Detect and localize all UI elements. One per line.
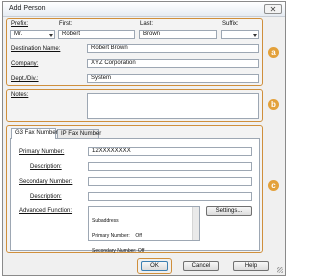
advanced-line-primary: Primary Number: Off <box>92 233 142 239</box>
suffix-select[interactable] <box>221 30 259 39</box>
window-title: Add Person <box>9 5 46 12</box>
notes-label: Notes: <box>11 92 29 98</box>
advanced-function-label: Advanced Function: <box>19 208 73 214</box>
last-name-field[interactable]: Brown <box>139 30 217 39</box>
destination-name-field[interactable]: Robert Brown <box>87 44 259 53</box>
last-label: Last: <box>140 21 154 27</box>
section-b-badge: b <box>268 99 279 110</box>
company-field[interactable]: XYZ Corporation <box>87 59 259 68</box>
destination-name-label: Destination Name: <box>11 46 61 52</box>
first-name-field[interactable]: Robert <box>58 30 135 39</box>
notes-field[interactable] <box>87 93 259 119</box>
close-button[interactable]: ✕ <box>264 4 282 14</box>
dept-label: Dept./Div.: <box>11 76 39 82</box>
ok-button[interactable]: OK <box>141 261 168 271</box>
company-label: Company: <box>11 61 39 67</box>
dept-field[interactable]: System <box>87 74 259 83</box>
fax-section: G3 Fax Number IP Fax Number Primary Numb… <box>6 125 263 254</box>
section-c-badge: c <box>268 180 279 191</box>
tab-g3-fax-number[interactable]: G3 Fax Number <box>11 128 58 139</box>
suffix-label: Suffix: <box>222 21 239 27</box>
scrollbar[interactable] <box>192 207 199 240</box>
help-button[interactable]: Help <box>233 261 269 271</box>
description-2-label: Description: <box>30 194 62 200</box>
resize-grip[interactable] <box>277 267 283 273</box>
title-bar[interactable]: Add Person ✕ <box>3 2 285 17</box>
description-1-field[interactable] <box>88 162 252 171</box>
advanced-function-list[interactable]: Subaddress Primary Number: Off Secondary… <box>88 206 200 254</box>
fax-tab-page: Primary Number: 12XXXXXXXX Description: … <box>10 138 260 254</box>
prefix-value: Mr. <box>14 31 23 37</box>
secondary-number-field[interactable] <box>88 177 252 186</box>
advanced-line-subaddress: Subaddress <box>92 218 119 224</box>
advanced-line-secondary: Secondary Number: Off <box>92 248 145 254</box>
section-a-badge: a <box>268 47 279 58</box>
primary-number-field[interactable]: 12XXXXXXXX <box>88 147 252 156</box>
settings-button[interactable]: Settings... <box>206 206 252 216</box>
prefix-label: Prefix: <box>11 21 29 27</box>
cancel-button[interactable]: Cancel <box>183 261 219 271</box>
secondary-number-label: Secondary Number: <box>19 179 73 185</box>
chevron-down-icon <box>49 34 53 37</box>
chevron-down-icon <box>253 34 257 37</box>
prefix-select[interactable]: Mr. <box>10 30 55 39</box>
primary-number-label: Primary Number: <box>19 149 65 155</box>
description-2-field[interactable] <box>88 192 252 201</box>
add-person-dialog: Add Person ✕ Prefix: Mr. First: Robert L… <box>2 1 286 276</box>
description-1-label: Description: <box>30 164 62 170</box>
notes-section: Notes: <box>6 89 263 122</box>
first-label: First: <box>59 21 73 27</box>
name-section: Prefix: Mr. First: Robert Last: Brown Su… <box>6 18 263 86</box>
